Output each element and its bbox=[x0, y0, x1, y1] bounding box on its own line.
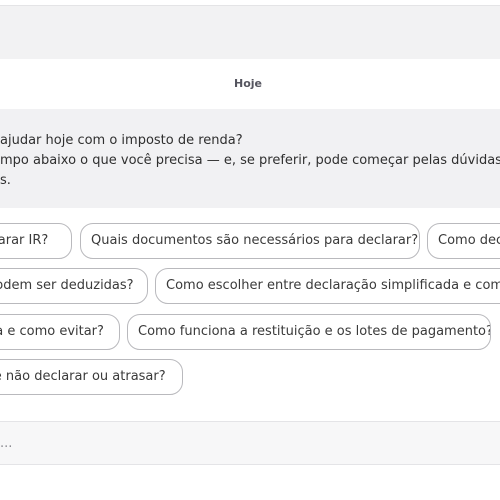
suggestion-chip[interactable]: se não declarar ou atrasar? bbox=[0, 359, 183, 395]
suggestion-chip-label: clarar IR? bbox=[0, 233, 49, 248]
suggestion-chip[interactable]: Como escolher entre declaração simplific… bbox=[155, 268, 500, 304]
message-input[interactable] bbox=[0, 422, 500, 464]
suggestion-chip-label: Como escolher entre declaração simplific… bbox=[166, 278, 500, 293]
message-line: mpo abaixo o que você precisa — e, se pr… bbox=[0, 153, 500, 168]
suggestion-chip-label: Como funciona a restituição e os lotes d… bbox=[138, 324, 491, 339]
suggestion-chip-label: se não declarar ou atrasar? bbox=[0, 369, 166, 384]
suggestion-chip[interactable]: Como dec bbox=[427, 223, 500, 259]
suggestion-chip[interactable]: Quais documentos são necessários para de… bbox=[80, 223, 420, 259]
suggestion-chip[interactable]: na e como evitar? bbox=[0, 314, 120, 350]
suggestion-chip-label: Como dec bbox=[438, 233, 500, 248]
suggestion-chip[interactable]: Como funciona a restituição e os lotes d… bbox=[127, 314, 491, 350]
message-composer bbox=[0, 421, 500, 465]
top-bar bbox=[0, 5, 500, 59]
assistant-message: ajudar hoje com o imposto de renda? mpo … bbox=[0, 109, 500, 208]
suggestion-chip-label: podem ser deduzidas? bbox=[0, 278, 134, 293]
suggestion-chip-label: Quais documentos são necessários para de… bbox=[91, 233, 419, 248]
message-line: s. bbox=[0, 173, 11, 188]
suggestion-chip-label: na e como evitar? bbox=[0, 324, 104, 339]
suggestion-chip[interactable]: clarar IR? bbox=[0, 223, 72, 259]
suggestion-chip[interactable]: podem ser deduzidas? bbox=[0, 268, 148, 304]
date-separator: Hoje bbox=[234, 77, 262, 90]
message-line: ajudar hoje com o imposto de renda? bbox=[0, 133, 243, 148]
